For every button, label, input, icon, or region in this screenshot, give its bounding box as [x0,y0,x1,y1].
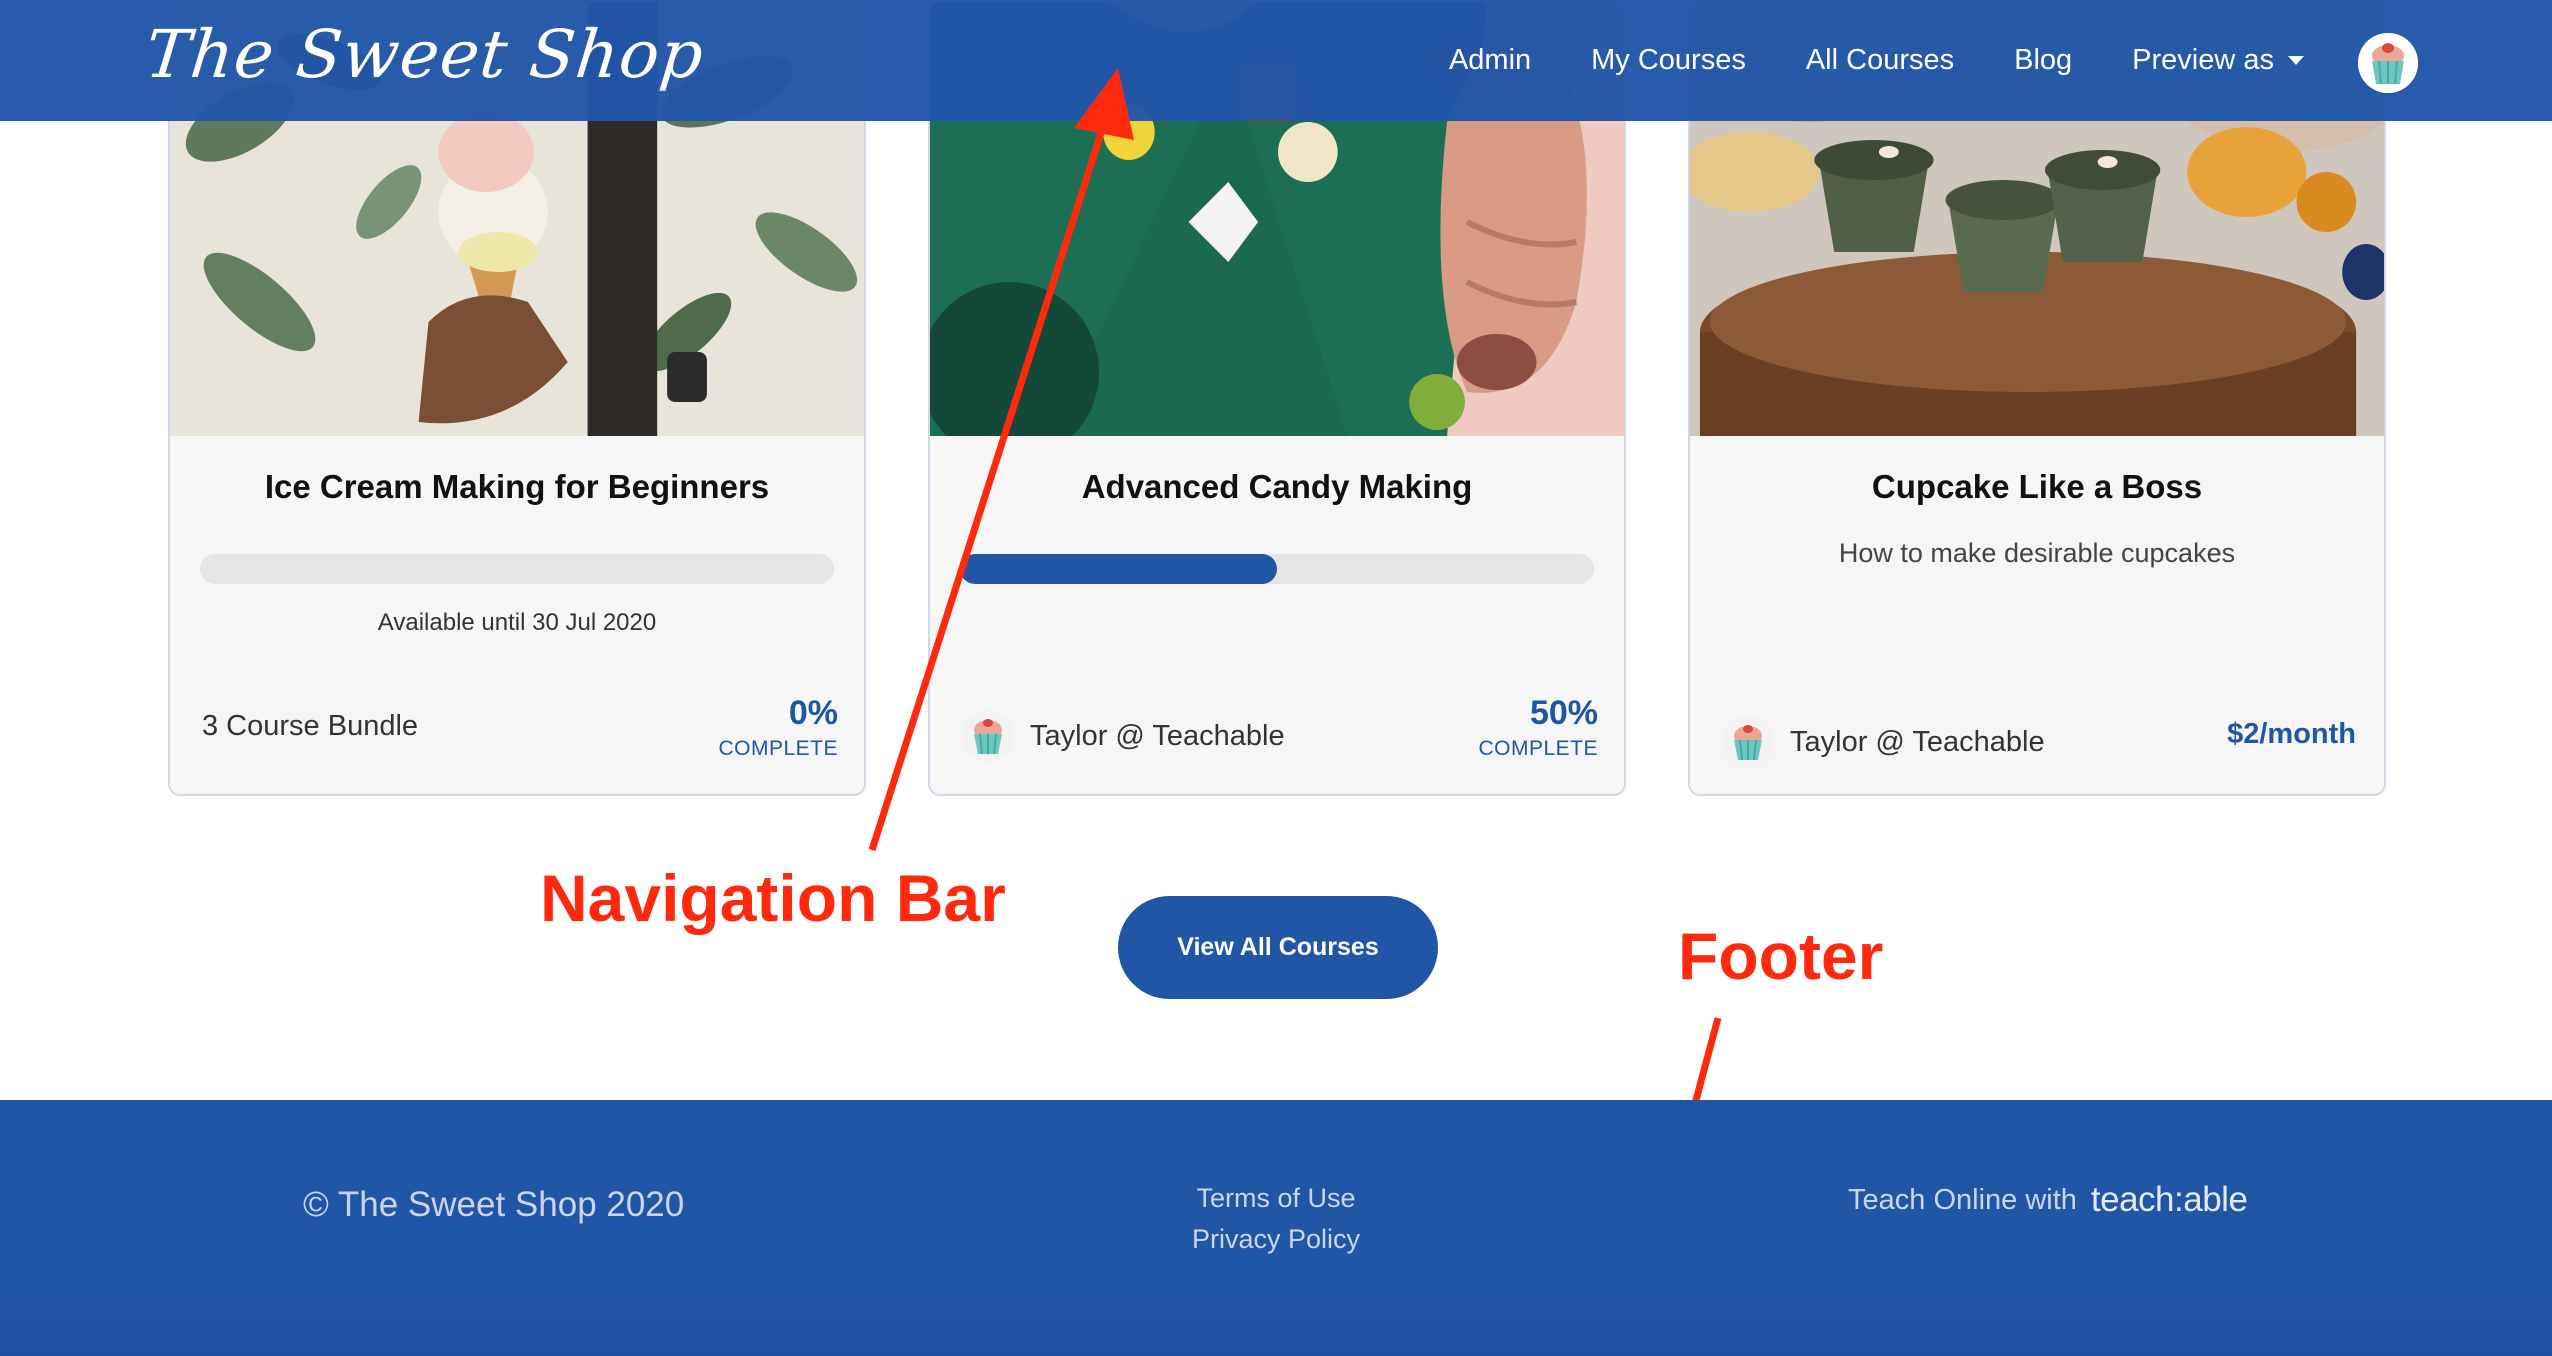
progress-bar [200,554,834,584]
teach-online-text: Teach Online with [1848,1183,2077,1216]
privacy-policy-link[interactable]: Privacy Policy [0,1219,2552,1260]
course-title[interactable]: Ice Cream Making for Beginners [170,468,864,506]
nav-my-courses[interactable]: My Courses [1591,44,1746,77]
completion-percent: 50% COMPLETE [1478,694,1598,761]
progress-bar [960,554,1594,584]
author-name: Taylor @ Teachable [1790,725,2045,758]
teach-online-link[interactable]: Teach Online with teach:able [1848,1180,2248,1220]
annotation-footer: Footer [1678,919,1884,993]
bundle-label: 3 Course Bundle [202,710,418,743]
percent-label: COMPLETE [1478,737,1598,760]
completion-percent: 0% COMPLETE [718,694,838,761]
brand-logo[interactable]: The Sweet Shop [142,16,708,93]
course-subtitle: How to make desirable cupcakes [1838,538,2236,568]
nav-admin[interactable]: Admin [1449,44,1531,77]
author-avatar-cupcake-icon [962,710,1014,762]
course-title[interactable]: Cupcake Like a Boss [1690,468,2384,506]
availability-note: Available until 30 Jul 2020 [377,609,657,636]
navigation-bar: The Sweet Shop Admin My Courses All Cour… [0,0,2552,121]
percent-value: 50% [1529,694,1598,732]
percent-label: COMPLETE [718,737,838,760]
percent-value: 0% [788,694,838,732]
caret-down-icon [2288,56,2304,65]
user-avatar[interactable] [2358,33,2418,93]
course-price: $2/month [2227,718,2356,750]
preview-as-dropdown[interactable]: Preview as [2132,44,2304,77]
teachable-logo: teach:able [2090,1180,2248,1219]
bundle-text: 3 Course Bundle [202,710,419,742]
course-title[interactable]: Advanced Candy Making [930,468,1624,506]
author: Taylor @ Teachable [1722,716,2045,768]
progress-fill [960,554,1277,584]
view-all-courses-button[interactable]: View All Courses [1118,896,1438,999]
nav-blog[interactable]: Blog [2014,44,2072,77]
annotation-navigation-bar: Navigation Bar [540,861,1006,935]
author-name: Taylor @ Teachable [1030,719,1285,752]
nav-all-courses[interactable]: All Courses [1806,44,1954,77]
author-avatar-cupcake-icon [1722,716,1774,768]
preview-as-label: Preview as [2132,44,2274,76]
author: Taylor @ Teachable [962,710,1285,762]
nav-links: Admin My Courses All Courses Blog Previe… [1389,0,2304,121]
footer: © The Sweet Shop 2020 Terms of Use Priva… [0,1100,2552,1356]
